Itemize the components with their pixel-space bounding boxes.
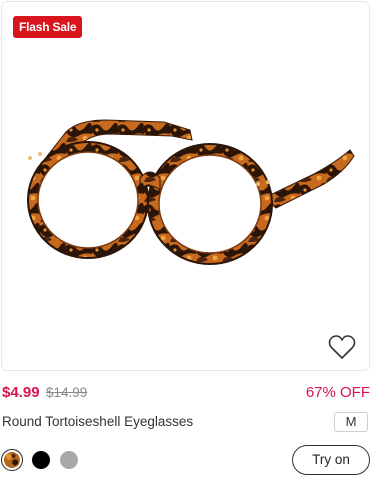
product-image [27,119,355,265]
swatch-tortoiseshell[interactable] [1,449,23,471]
title-row: Round Tortoiseshell Eyeglasses M [2,412,370,434]
heart-outline-icon[interactable] [328,334,356,360]
discount-label: 67% OFF [305,384,370,401]
try-on-button[interactable]: Try on [292,445,370,475]
size-badge: M [334,412,368,432]
swatch-gray[interactable] [60,451,78,469]
product-title[interactable]: Round Tortoiseshell Eyeglasses [2,414,193,429]
original-price: $14.99 [46,385,88,400]
flash-sale-badge: Flash Sale [13,16,83,38]
sale-price: $4.99 [2,384,40,401]
tortoiseshell-swatch-fill [4,452,20,468]
swatch-black[interactable] [32,451,50,469]
price-row: $4.99 $14.99 67% OFF [2,384,370,402]
product-image-card[interactable]: Flash Sale [1,1,370,371]
